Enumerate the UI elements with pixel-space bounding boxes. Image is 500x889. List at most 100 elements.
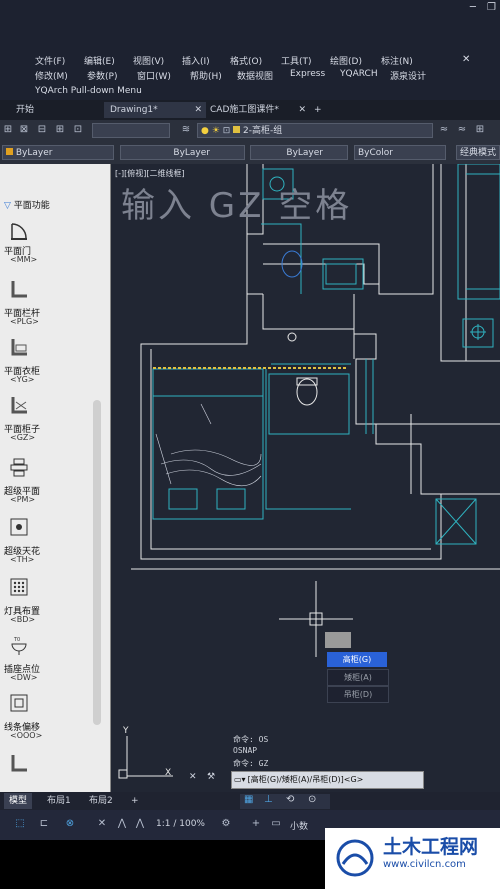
menu-window[interactable]: 窗口(W): [137, 69, 171, 82]
scale-value[interactable]: 1:1 / 100%: [156, 819, 205, 829]
annotation-icon[interactable]: ⋀: [134, 818, 146, 830]
palette-item-socket[interactable]: T0 插座点位 <DW>: [0, 632, 95, 688]
grid-icon[interactable]: ⊥: [264, 794, 273, 805]
menu-express[interactable]: Express: [290, 69, 325, 79]
workspace-dropdown[interactable]: 经典模式: [456, 145, 500, 160]
plus-icon[interactable]: +: [250, 818, 262, 830]
layer-tool-icon[interactable]: ⊡: [72, 124, 84, 136]
plotstyle-value: ByColor: [358, 148, 393, 158]
option-tall-cabinet[interactable]: 高柜(G): [327, 652, 387, 667]
color-swatch-icon: [6, 148, 13, 155]
palette-scrollbar[interactable]: [93, 400, 101, 725]
menu-dataview[interactable]: 数据视图: [237, 69, 273, 82]
menu-modify[interactable]: 修改(M): [35, 69, 68, 82]
menu-format[interactable]: 格式(O): [230, 54, 262, 67]
layer-dropdown[interactable]: ● ☀ ⊡ 2-高柜-组: [197, 123, 433, 138]
palette-item-super-plan[interactable]: 超级平面 <PM>: [0, 454, 95, 510]
wrench-icon[interactable]: ⚒: [207, 772, 223, 788]
svg-text:T0: T0: [13, 637, 20, 643]
snap-icon[interactable]: ▦: [244, 794, 253, 805]
palette-item-railing[interactable]: 平面栏杆 <PLG>: [0, 276, 95, 332]
add-layout-button[interactable]: +: [126, 793, 144, 809]
menu-dimension[interactable]: 标注(N): [381, 54, 413, 67]
close-icon[interactable]: ✕: [189, 772, 205, 788]
palette-item-door[interactable]: 平面门 <MM>: [0, 218, 95, 274]
isodraft-icon[interactable]: ⊗: [64, 818, 76, 830]
layer-tool-icon[interactable]: ⊟: [36, 124, 48, 136]
palette-item-wardrobe[interactable]: 平面衣柜 <YG>: [0, 334, 95, 390]
menu-insert[interactable]: 插入(I): [182, 54, 210, 67]
palette-item-cabinet[interactable]: 平面柜子 <GZ>: [0, 392, 95, 448]
lighting-grid-icon: [10, 578, 28, 596]
ucs-x-label: X: [165, 768, 172, 778]
option-low-cabinet[interactable]: 矮柜(A): [327, 669, 389, 686]
menu-view[interactable]: 视图(V): [133, 54, 164, 67]
palette-item-super-ceiling[interactable]: 超级天花 <TH>: [0, 514, 95, 570]
menu-params[interactable]: 参数(P): [87, 69, 117, 82]
close-icon[interactable]: ✕: [194, 102, 202, 118]
close-icon[interactable]: ✕: [462, 54, 470, 65]
lock-icon: ⊡: [222, 126, 231, 136]
tracking-icon[interactable]: ⊏: [38, 818, 50, 830]
menu-file[interactable]: 文件(F): [35, 54, 65, 67]
color-dropdown[interactable]: ByLayer: [2, 145, 114, 160]
tab-label: CAD施工图课件*: [210, 105, 279, 115]
units-value[interactable]: 小数: [290, 819, 308, 832]
layer-tool-icon[interactable]: ⊠: [18, 124, 30, 136]
polar-icon[interactable]: ⟲: [286, 794, 294, 805]
palette-item-lighting[interactable]: 灯具布置 <BD>: [0, 574, 95, 630]
triangle-down-icon: ▽: [4, 201, 11, 211]
bulb-icon: ●: [201, 126, 209, 136]
blank-combo[interactable]: [92, 123, 170, 138]
palette-item-more[interactable]: [0, 750, 95, 790]
monitor-icon[interactable]: ▭: [270, 818, 282, 830]
gear-icon[interactable]: ⚙: [220, 818, 232, 830]
menu-draw[interactable]: 绘图(D): [330, 54, 362, 67]
menu-yuanquan[interactable]: 源泉设计: [390, 69, 426, 82]
tab-model[interactable]: 模型: [4, 793, 33, 809]
restore-icon[interactable]: ❐: [487, 2, 496, 13]
annotation-icon[interactable]: ⋀: [116, 818, 128, 830]
layer-tool-icon[interactable]: ⊞: [2, 124, 14, 136]
command-input[interactable]: ▭▾ [高柜(G)/矮柜(A)/吊柜(D)]<G>: [231, 771, 424, 789]
lineweight-dropdown[interactable]: ByLayer: [250, 145, 348, 160]
menu-tools[interactable]: 工具(T): [281, 54, 312, 67]
dynamic-ucs-icon[interactable]: ✕: [96, 818, 108, 830]
ucs-y-label: Y: [123, 726, 129, 736]
palette-item-line-offset[interactable]: 线条偏移 <OOO>: [0, 690, 95, 746]
layer-state-icon[interactable]: ≈: [438, 124, 450, 136]
palette-header[interactable]: ▽ 平面功能: [4, 198, 50, 211]
layer-tool-icon[interactable]: ⊞: [54, 124, 66, 136]
command-history-3: 命令: GZ: [233, 759, 269, 768]
drawing-canvas[interactable]: [-][俯视][二维线框] 输入 GZ 空格 高柜(G) 矮柜(A) 吊柜(D)…: [111, 164, 500, 792]
tab-start[interactable]: 开始: [10, 102, 40, 118]
tab-label: 开始: [16, 105, 35, 115]
palette-item-code: <MM>: [10, 255, 38, 264]
workspace-value: 经典模式: [460, 148, 497, 158]
menu-yqarch[interactable]: YQARCH: [340, 69, 378, 79]
line-offset-icon: [10, 694, 28, 712]
osnap-icon[interactable]: ⊙: [308, 794, 316, 805]
palette-item-code: <DW>: [10, 673, 38, 682]
option-hanging-cabinet[interactable]: 吊柜(D): [327, 686, 389, 703]
close-icon[interactable]: ✕: [298, 102, 306, 118]
new-tab-button[interactable]: +: [308, 102, 328, 118]
tab-layout2[interactable]: 布局2: [84, 793, 118, 809]
plotstyle-dropdown[interactable]: ByColor: [354, 145, 446, 160]
layer-manager-icon[interactable]: ≋: [180, 124, 192, 136]
layer-match-icon[interactable]: ≈: [456, 124, 468, 136]
tab-layout1[interactable]: 布局1: [42, 793, 76, 809]
minimize-icon[interactable]: ─: [470, 2, 476, 13]
super-ceiling-icon: [10, 518, 28, 536]
ortho-icon[interactable]: ⬚: [14, 818, 26, 830]
tab-cad-course[interactable]: CAD施工图课件* ✕: [204, 102, 310, 118]
layer-prev-icon[interactable]: ⊞: [474, 124, 486, 136]
linetype-value: ByLayer: [173, 148, 210, 158]
menu-help[interactable]: 帮助(H): [190, 69, 222, 82]
sun-icon: ☀: [211, 126, 220, 136]
menu-edit[interactable]: 编辑(E): [84, 54, 115, 67]
linetype-dropdown[interactable]: ByLayer: [120, 145, 245, 160]
tab-drawing1[interactable]: Drawing1* ✕: [104, 102, 206, 118]
menu-yqarch-pulldown[interactable]: YQArch Pull-down Menu: [35, 86, 142, 96]
layer-name: 2-高柜-组: [242, 126, 283, 136]
